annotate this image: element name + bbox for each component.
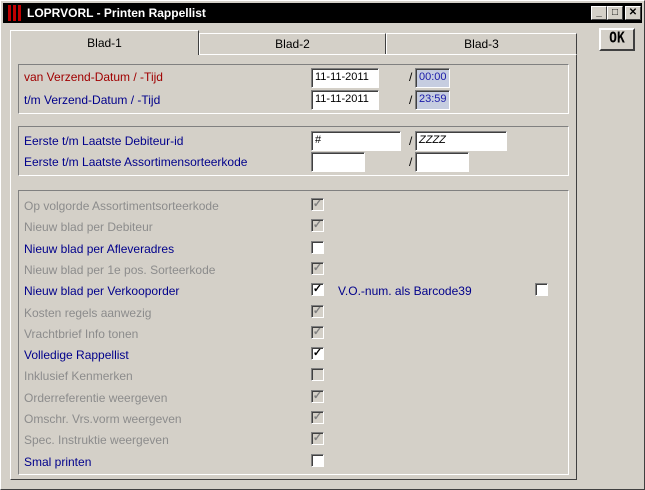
option-label-op-volgorde-assortimentsorteerkode: Op volgorde Assortimentsorteerkode <box>24 199 219 213</box>
tab-blad-2[interactable]: Blad-2 <box>199 33 386 54</box>
check-icon: ✓ <box>312 347 323 359</box>
separator: / <box>409 93 413 107</box>
tm-date-label: t/m Verzend-Datum / -Tijd <box>24 93 161 107</box>
option-label-nieuw-blad-per-1e-pos-sorteerkode: Nieuw blad per 1e pos. Sorteerkode <box>24 263 216 277</box>
check-icon: ✓ <box>312 198 323 210</box>
option-checkbox-vrachtbrief-info-tonen: ✓ <box>311 326 324 339</box>
minimize-button[interactable]: _ <box>591 6 607 20</box>
option-label-volledige-rappellist: Volledige Rappellist <box>24 348 129 362</box>
ok-button-label: OK <box>609 29 625 48</box>
van-date-label: van Verzend-Datum / -Tijd <box>24 70 163 84</box>
tab-label: Blad-2 <box>275 37 310 51</box>
option-label-inklusief-kenmerken: Inklusief Kenmerken <box>24 369 133 383</box>
option-checkbox-nieuw-blad-per-verkooporder[interactable]: ✓ <box>311 283 324 296</box>
option-checkbox-op-volgorde-assortimentsorteerkode: ✓ <box>311 198 324 211</box>
check-icon: ✓ <box>312 432 323 444</box>
option-label-kosten-regels-aanwezig: Kosten regels aanwezig <box>24 306 152 320</box>
option-label-nieuw-blad-per-verkooporder: Nieuw blad per Verkooporder <box>24 284 180 298</box>
option-checkbox-kosten-regels-aanwezig: ✓ <box>311 305 324 318</box>
check-icon: ✓ <box>312 219 323 231</box>
assort-to-field[interactable] <box>415 152 469 172</box>
option-checkbox-volledige-rappellist[interactable]: ✓ <box>311 347 324 360</box>
separator: / <box>409 134 413 148</box>
debiteur-to-field[interactable]: ZZZZ <box>415 131 507 151</box>
close-button[interactable]: ✕ <box>625 6 641 20</box>
option-label-orderreferentie-weergeven: Orderreferentie weergeven <box>24 391 168 405</box>
check-icon: ✓ <box>312 305 323 317</box>
option-checkbox-omschr-vrs-vorm-weergeven: ✓ <box>311 411 324 424</box>
debiteur-range-label: Eerste t/m Laatste Debiteur-id <box>24 134 184 148</box>
option-label-nieuw-blad-per-debiteur: Nieuw blad per Debiteur <box>24 220 153 234</box>
barcode-option-label: V.O.-num. als Barcode39 <box>338 284 472 298</box>
option-label-smal-printen: Smal printen <box>24 455 92 469</box>
check-icon: ✓ <box>312 411 323 423</box>
tm-date-field[interactable]: 11-11-2011 <box>311 90 379 110</box>
option-label-nieuw-blad-per-afleveradres: Nieuw blad per Afleveradres <box>24 242 175 256</box>
title-bar[interactable]: LOPRVORL - Printen Rappellist _ □ ✕ <box>3 3 642 23</box>
tab-label: Blad-1 <box>87 36 122 50</box>
check-icon: ✓ <box>312 262 323 274</box>
tab-blad-3[interactable]: Blad-3 <box>386 33 577 54</box>
tm-time-field[interactable]: 23:59 <box>415 90 450 110</box>
option-checkbox-nieuw-blad-per-debiteur: ✓ <box>311 219 324 232</box>
ok-button[interactable]: OK <box>599 28 635 51</box>
option-label-spec-instruktie-weergeven: Spec. Instruktie weergeven <box>24 433 169 447</box>
window-title: LOPRVORL - Printen Rappellist <box>27 6 206 20</box>
maximize-button[interactable]: □ <box>607 6 623 20</box>
assort-range-label: Eerste t/m Laatste Assortimensorteerkode <box>24 155 248 169</box>
option-label-vrachtbrief-info-tonen: Vrachtbrief Info tonen <box>24 327 139 341</box>
van-time-field[interactable]: 00:00 <box>415 68 450 88</box>
check-icon: ✓ <box>312 390 323 402</box>
option-checkbox-nieuw-blad-per-afleveradres[interactable] <box>311 241 324 254</box>
tab-label: Blad-3 <box>464 37 499 51</box>
option-checkbox-nieuw-blad-per-1e-pos-sorteerkode: ✓ <box>311 262 324 275</box>
debiteur-from-field[interactable]: # <box>311 131 401 151</box>
van-date-field[interactable]: 11-11-2011 <box>311 68 379 88</box>
separator: / <box>409 155 413 169</box>
option-checkbox-spec-instruktie-weergeven: ✓ <box>311 432 324 445</box>
option-checkbox-orderreferentie-weergeven: ✓ <box>311 390 324 403</box>
app-icon <box>6 5 22 21</box>
option-checkbox-smal-printen[interactable] <box>311 454 324 467</box>
barcode-option-checkbox[interactable] <box>535 283 548 296</box>
option-label-omschr-vrs-vorm-weergeven: Omschr. Vrs.vorm weergeven <box>24 412 182 426</box>
option-checkbox-inklusief-kenmerken <box>311 368 324 381</box>
tab-blad-1[interactable]: Blad-1 <box>10 30 199 55</box>
check-icon: ✓ <box>312 283 323 295</box>
check-icon: ✓ <box>312 326 323 338</box>
separator: / <box>409 70 413 84</box>
assort-from-field[interactable] <box>311 152 365 172</box>
main-window: LOPRVORL - Printen Rappellist _ □ ✕ OK B… <box>0 0 645 490</box>
